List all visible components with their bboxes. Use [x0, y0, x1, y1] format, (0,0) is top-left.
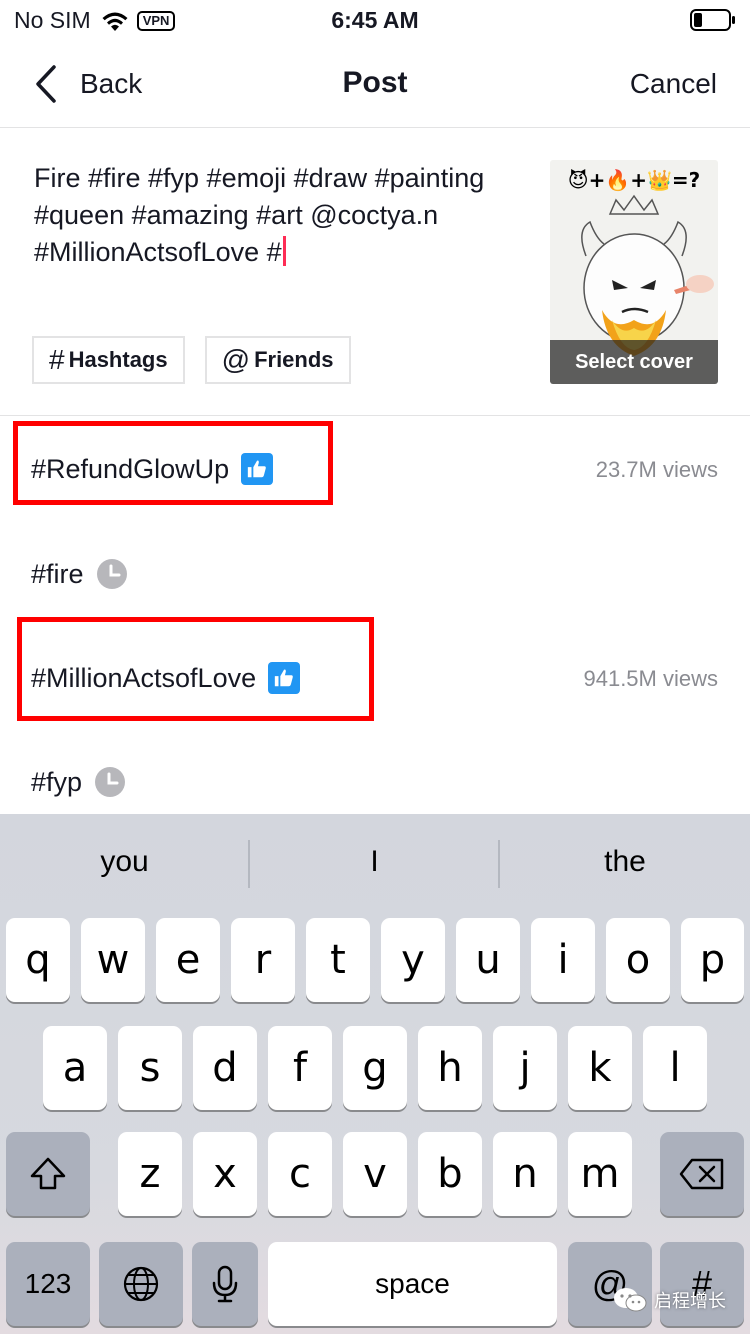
friends-button[interactable]: @ Friends — [204, 336, 351, 384]
select-cover-label: Select cover — [550, 340, 718, 384]
nav-bar: Back Post Cancel — [0, 40, 750, 128]
key-i[interactable]: i — [531, 918, 595, 1002]
prediction-you[interactable]: you — [0, 814, 249, 910]
prediction-the[interactable]: the — [500, 814, 750, 910]
key-d[interactable]: d — [193, 1026, 257, 1110]
suggestion-name: #fyp — [31, 766, 126, 798]
hashtag-suggestion-millionactsoflove[interactable]: #MillionActsofLove 941.5M views — [0, 627, 750, 731]
key-m[interactable]: m — [568, 1132, 632, 1216]
key-y[interactable]: y — [381, 918, 445, 1002]
hashtags-button[interactable]: # Hashtags — [32, 336, 185, 384]
clock-time: 6:45 AM — [331, 7, 419, 33]
key-a[interactable]: a — [43, 1026, 107, 1110]
status-bar: No SIM VPN 6:45 AM — [0, 0, 750, 40]
keyboard: you I the q w e r t y u i o p a s d f g … — [0, 814, 750, 1334]
key-x[interactable]: x — [193, 1132, 257, 1216]
key-t[interactable]: t — [306, 918, 370, 1002]
key-l[interactable]: l — [643, 1026, 707, 1110]
divider — [0, 415, 750, 416]
caption-input[interactable]: Fire #fire #fyp #emoji #draw #painting #… — [34, 160, 504, 271]
hashtags-label: Hashtags — [68, 347, 168, 372]
key-s[interactable]: s — [118, 1026, 182, 1110]
key-j[interactable]: j — [493, 1026, 557, 1110]
clock-icon — [95, 767, 126, 797]
globe-icon — [123, 1266, 159, 1302]
space-key[interactable]: space — [268, 1242, 557, 1326]
key-u[interactable]: u — [456, 918, 520, 1002]
key-n[interactable]: n — [493, 1132, 557, 1216]
shift-key[interactable] — [6, 1132, 90, 1216]
battery-icon — [690, 9, 735, 31]
suggestion-views: 941.5M views — [583, 666, 718, 691]
backspace-icon — [679, 1158, 724, 1190]
hash-icon: # — [49, 344, 65, 375]
key-w[interactable]: w — [81, 918, 145, 1002]
tag-buttons: # Hashtags @ Friends — [32, 336, 351, 384]
wechat-icon — [614, 1288, 647, 1312]
suggestion-name: #MillionActsofLove — [31, 662, 301, 694]
backspace-key[interactable] — [660, 1132, 744, 1216]
key-b[interactable]: b — [418, 1132, 482, 1216]
key-h[interactable]: h — [418, 1026, 482, 1110]
key-c[interactable]: c — [268, 1132, 332, 1216]
clock-icon — [96, 559, 127, 589]
key-o[interactable]: o — [606, 918, 670, 1002]
suggestion-name: #RefundGlowUp — [31, 453, 274, 485]
suggestion-name: #fire — [31, 558, 128, 590]
at-icon: @ — [221, 344, 251, 375]
text-cursor — [282, 236, 286, 266]
suggestion-label: #RefundGlowUp — [31, 453, 230, 484]
shift-icon — [30, 1157, 66, 1190]
prediction-i[interactable]: I — [250, 814, 499, 910]
suggestion-label: #fyp — [31, 766, 83, 797]
suggestion-label: #fire — [31, 558, 84, 589]
hashtag-suggestion-fire[interactable]: #fire — [0, 523, 750, 627]
hashtag-suggestion-refundglowup[interactable]: #RefundGlowUp 23.7M views — [0, 419, 750, 523]
globe-key[interactable] — [99, 1242, 183, 1326]
key-r[interactable]: r — [231, 918, 295, 1002]
predictive-bar: you I the — [0, 814, 750, 910]
key-z[interactable]: z — [118, 1132, 182, 1216]
thumbs-up-icon — [268, 662, 301, 694]
key-e[interactable]: e — [156, 918, 220, 1002]
watermark: 启程增长 — [612, 1286, 726, 1314]
numbers-key[interactable]: 123 — [6, 1242, 90, 1326]
suggestion-views: 23.7M views — [595, 457, 718, 482]
watermark-text: 启程增长 — [654, 1291, 726, 1312]
key-f[interactable]: f — [268, 1026, 332, 1110]
hashtag-suggestion-fyp[interactable]: #fyp — [0, 731, 750, 814]
key-k[interactable]: k — [568, 1026, 632, 1110]
key-v[interactable]: v — [343, 1132, 407, 1216]
friends-label: Friends — [254, 347, 334, 372]
microphone-icon — [212, 1265, 238, 1303]
key-p[interactable]: p — [681, 918, 744, 1002]
select-cover-thumbnail[interactable]: 😈+🔥+👑=? Select cover — [550, 160, 718, 384]
caption-text: Fire #fire #fyp #emoji #draw #painting #… — [34, 163, 485, 267]
suggestion-label: #MillionActsofLove — [31, 662, 257, 693]
key-q[interactable]: q — [6, 918, 70, 1002]
thumbs-up-icon — [241, 453, 274, 485]
cancel-button[interactable]: Cancel — [630, 68, 717, 100]
dictation-key[interactable] — [192, 1242, 258, 1326]
key-g[interactable]: g — [343, 1026, 407, 1110]
